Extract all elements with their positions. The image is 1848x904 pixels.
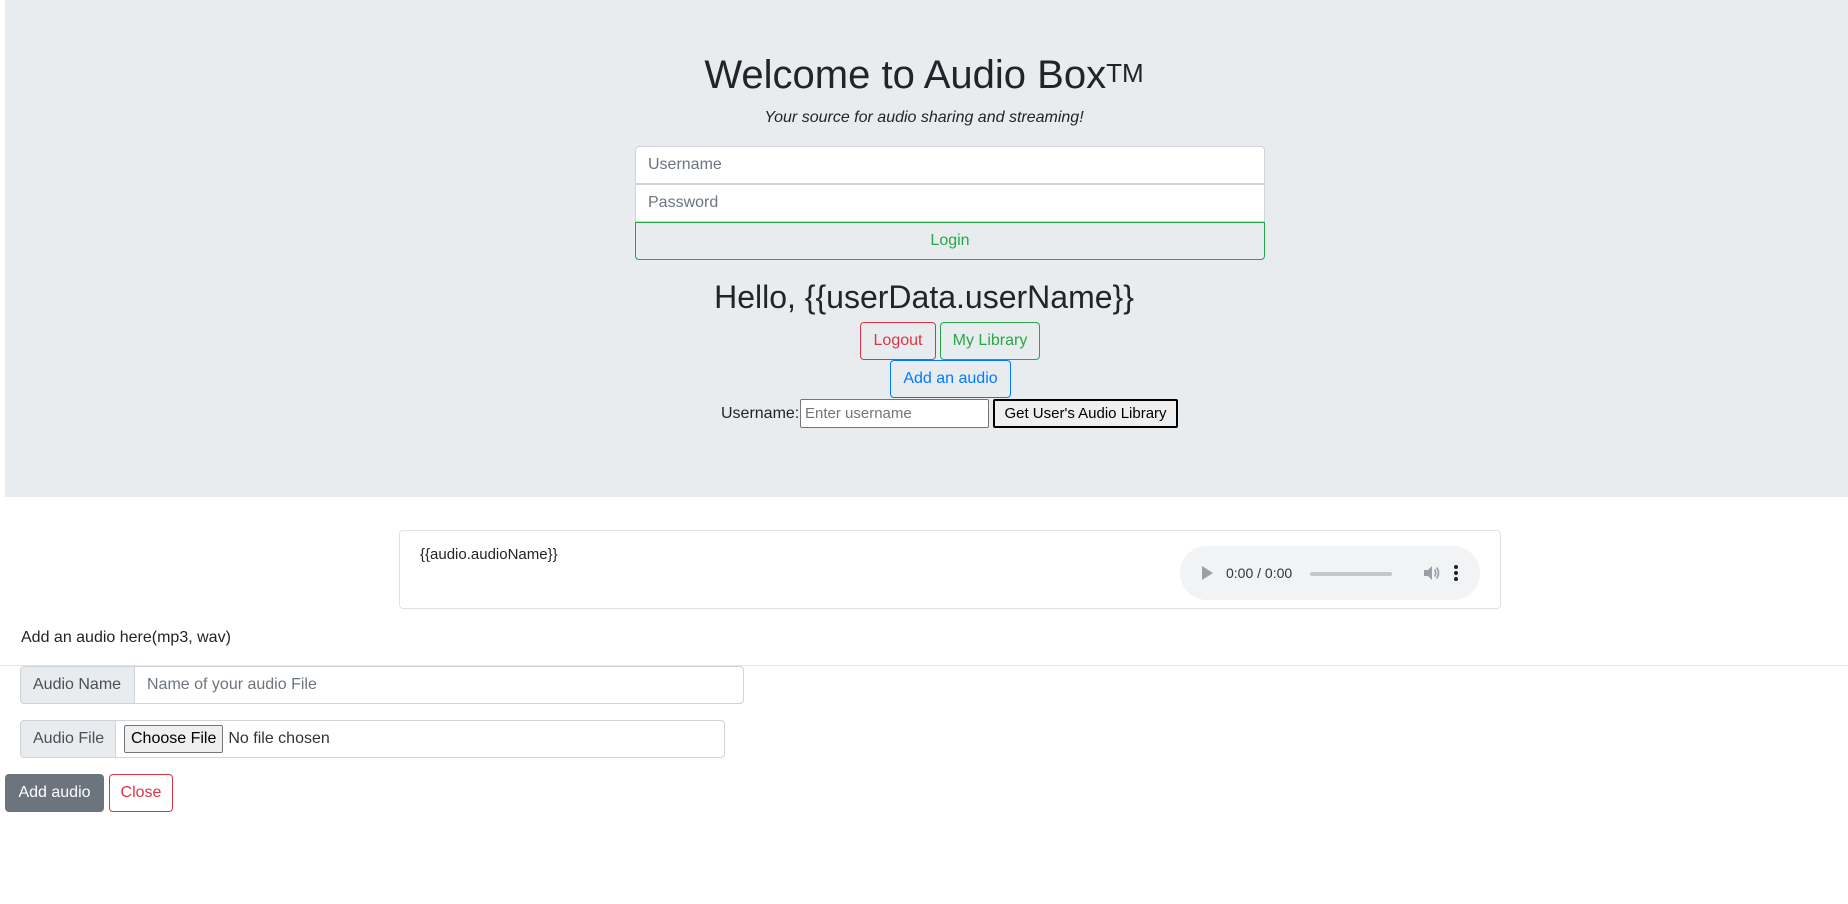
logout-button[interactable]: Logout bbox=[860, 322, 936, 360]
more-options-icon[interactable] bbox=[1452, 563, 1460, 583]
get-user-library-button[interactable]: Get User's Audio Library bbox=[993, 399, 1178, 428]
audio-name-group: Audio Name bbox=[20, 666, 744, 704]
login-button[interactable]: Login bbox=[635, 222, 1265, 260]
add-audio-button[interactable]: Add audio bbox=[5, 774, 104, 812]
audio-name: {{audio.audioName}} bbox=[420, 546, 558, 563]
password-input[interactable] bbox=[635, 184, 1265, 222]
player-time: 0:00 / 0:00 bbox=[1226, 565, 1293, 581]
audio-card: {{audio.audioName}} 0:00 / 0:00 bbox=[399, 530, 1501, 609]
trademark-mark: TM bbox=[1106, 58, 1144, 88]
title-text: Welcome to Audio Box bbox=[704, 53, 1107, 97]
my-library-button[interactable]: My Library bbox=[940, 322, 1040, 360]
close-button[interactable]: Close bbox=[109, 774, 173, 812]
username-input[interactable] bbox=[635, 146, 1265, 184]
audio-player[interactable]: 0:00 / 0:00 bbox=[1180, 546, 1480, 600]
play-icon[interactable] bbox=[1202, 566, 1213, 580]
audio-file-input[interactable]: Choose File No file chosen bbox=[116, 720, 725, 758]
player-progress-bar[interactable] bbox=[1310, 572, 1392, 576]
audio-name-label: Audio Name bbox=[20, 666, 135, 704]
add-audio-header: Add an audio here(mp3, wav) bbox=[21, 629, 231, 646]
page-title: Welcome to Audio BoxTM bbox=[0, 48, 1848, 102]
add-an-audio-button[interactable]: Add an audio bbox=[890, 360, 1011, 398]
lookup-username-label: Username: bbox=[721, 405, 800, 422]
volume-icon[interactable] bbox=[1421, 563, 1441, 583]
no-file-chosen-text: No file chosen bbox=[228, 730, 330, 747]
audio-file-group: Audio File Choose File No file chosen bbox=[20, 720, 725, 758]
choose-file-button[interactable]: Choose File bbox=[124, 725, 224, 753]
lookup-username-input[interactable] bbox=[800, 399, 989, 428]
tagline: Your source for audio sharing and stream… bbox=[764, 109, 1084, 126]
audio-name-input[interactable] bbox=[135, 666, 744, 704]
greeting-heading: Hello, {{userData.userName}} bbox=[714, 279, 1134, 315]
audio-file-label: Audio File bbox=[20, 720, 116, 758]
